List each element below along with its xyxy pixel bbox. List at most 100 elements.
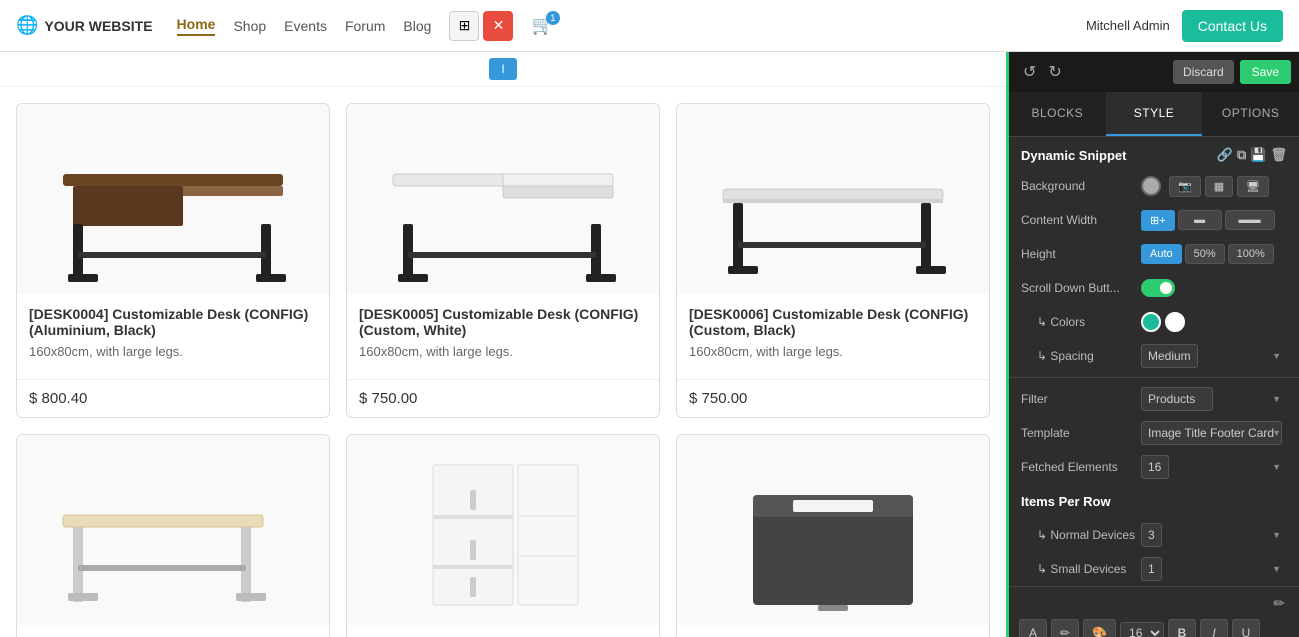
nav-home[interactable]: Home [177, 16, 216, 36]
product-desc-3: 160x80cm, with large legs. [689, 344, 977, 359]
discard-button[interactable]: Discard [1173, 60, 1234, 84]
tb-font-size-select[interactable]: 16 12 14 18 24 [1120, 622, 1164, 637]
save-button[interactable]: Save [1240, 60, 1291, 84]
row-normal-devices: ↳ Normal Devices 3 1 2 4 [1009, 518, 1299, 552]
height-auto[interactable]: Auto [1141, 244, 1182, 264]
width-btn-expand[interactable]: ⊞+ [1141, 210, 1175, 231]
row-filter: Filter Products Blog Posts Events [1009, 382, 1299, 416]
product-info-4 [17, 625, 329, 637]
product-info-6 [677, 625, 989, 637]
grid-icon-btn[interactable]: ⊞ [449, 11, 479, 41]
snippet-toolbar: I [0, 52, 1006, 87]
tb-bold-btn[interactable]: B [1168, 619, 1196, 637]
scroll-down-controls [1141, 279, 1287, 297]
product-price-2: $ 750.00 [347, 379, 659, 417]
label-template: Template [1021, 426, 1141, 440]
color-controls [1141, 312, 1287, 332]
product-image-4 [17, 435, 329, 625]
product-desc-2: 160x80cm, with large legs. [359, 344, 647, 359]
tb-italic-btn[interactable]: I [1200, 619, 1228, 637]
sidebar-tabs: BLOCKS STYLE OPTIONS [1009, 92, 1299, 137]
label-height: Height [1021, 247, 1141, 261]
height-100[interactable]: 100% [1228, 244, 1274, 264]
color-dot-teal[interactable] [1141, 312, 1161, 332]
product-info-5 [347, 625, 659, 637]
label-small-devices: ↳ Small Devices [1021, 562, 1141, 576]
paint-icon: ✏ [1273, 595, 1285, 611]
snippet-drag-handle[interactable]: I [489, 58, 517, 80]
editor-icons: ⊞ ✕ [449, 11, 513, 41]
template-select[interactable]: Image Title Footer Card Simple Card [1141, 421, 1282, 445]
save-snippet-icon[interactable]: 💾 [1250, 147, 1266, 163]
bg-controls: 📷 ▦ 🖥 [1141, 176, 1287, 197]
toolbar-row-1: A ✏ 🎨 16 12 14 18 24 B I U [1019, 619, 1289, 637]
color-dot-white[interactable] [1165, 312, 1185, 332]
content-area: I [0, 52, 1009, 637]
product-price-1: $ 800.40 [17, 379, 329, 417]
nav-links: Home Shop Events Forum Blog ⊞ ✕ 🛒1 [177, 11, 554, 41]
product-title-1: [DESK0004] Customizable Desk (CONFIG) (A… [29, 306, 317, 338]
label-spacing: ↳ Spacing [1021, 349, 1141, 363]
undo-button[interactable]: ↺ [1017, 58, 1042, 86]
spacing-select-wrapper: Medium Small Large [1141, 344, 1287, 368]
product-card-6 [676, 434, 990, 637]
sidebar-title-icons: 🔗 ⧉ 💾 🗑 [1217, 147, 1287, 163]
redo-button[interactable]: ↻ [1042, 58, 1067, 86]
label-content-width: Content Width [1021, 213, 1141, 227]
product-image-1 [17, 104, 329, 294]
width-btn-full[interactable]: ▬▬ [1225, 210, 1275, 230]
label-fetched-elements: Fetched Elements [1021, 460, 1141, 474]
product-image-3 [677, 104, 989, 294]
product-card-3: [DESK0006] Customizable Desk (CONFIG) (C… [676, 103, 990, 418]
width-btn-med[interactable]: ▬ [1178, 210, 1222, 230]
small-devices-select-wrapper: 1 2 3 [1141, 557, 1287, 581]
tb-edit-btn[interactable]: ✏ [1051, 619, 1079, 637]
nav-forum[interactable]: Forum [345, 18, 385, 34]
bottom-toolbar: ✏ A ✏ 🎨 16 12 14 18 24 B I U ≡ ≡• [1009, 586, 1299, 637]
tab-blocks[interactable]: BLOCKS [1009, 92, 1106, 136]
color-dots [1141, 312, 1185, 332]
delete-snippet-icon[interactable]: 🗑 [1270, 147, 1287, 163]
navbar: 🌐 YOUR WEBSITE Home Shop Events Forum Bl… [0, 0, 1299, 52]
fetched-elements-select[interactable]: 16 8 24 32 [1141, 455, 1169, 479]
tb-color-btn[interactable]: 🎨 [1083, 619, 1116, 637]
width-controls: ⊞+ ▬ ▬▬ [1141, 210, 1287, 231]
bg-camera-btn[interactable]: 📷 [1169, 176, 1201, 197]
brand: 🌐 YOUR WEBSITE [16, 15, 153, 36]
template-select-wrapper: Image Title Footer Card Simple Card [1141, 421, 1287, 445]
spacing-select[interactable]: Medium Small Large [1141, 344, 1198, 368]
main-layout: I [0, 52, 1299, 637]
nav-user[interactable]: Mitchell Admin [1086, 18, 1170, 33]
bg-grid-btn[interactable]: ▦ [1205, 176, 1233, 197]
product-grid: [DESK0004] Customizable Desk (CONFIG) (A… [0, 87, 1006, 637]
product-info-2: [DESK0005] Customizable Desk (CONFIG) (C… [347, 294, 659, 379]
tb-text-btn[interactable]: A [1019, 619, 1047, 637]
copy-icon[interactable]: ⧉ [1237, 147, 1246, 163]
product-image-5 [347, 435, 659, 625]
product-card-4 [16, 434, 330, 637]
contact-button[interactable]: Contact Us [1182, 10, 1283, 42]
height-50[interactable]: 50% [1185, 244, 1225, 264]
nav-right: Mitchell Admin Contact Us [1086, 10, 1283, 42]
bg-color-pick[interactable] [1141, 176, 1161, 196]
filter-select[interactable]: Products Blog Posts Events [1141, 387, 1213, 411]
product-image-6 [677, 435, 989, 625]
tab-style[interactable]: STYLE [1106, 92, 1203, 136]
nav-shop[interactable]: Shop [233, 18, 266, 34]
link-icon[interactable]: 🔗 [1217, 147, 1233, 163]
delete-icon-btn[interactable]: ✕ [483, 11, 513, 41]
bg-monitor-btn[interactable]: 🖥 [1237, 176, 1269, 197]
cart-icon[interactable]: 🛒1 [531, 15, 553, 36]
tb-underline-btn[interactable]: U [1232, 619, 1260, 637]
fetched-elements-select-wrapper: 16 8 24 32 [1141, 455, 1287, 479]
product-title-3: [DESK0006] Customizable Desk (CONFIG) (C… [689, 306, 977, 338]
nav-blog[interactable]: Blog [403, 18, 431, 34]
scroll-down-toggle[interactable] [1141, 279, 1175, 297]
tab-options[interactable]: OPTIONS [1202, 92, 1299, 136]
sidebar-top-actions: ↺ ↻ Discard Save [1009, 52, 1299, 92]
nav-events[interactable]: Events [284, 18, 327, 34]
row-spacing: ↳ Spacing Medium Small Large [1009, 339, 1299, 373]
normal-devices-select[interactable]: 3 1 2 4 [1141, 523, 1162, 547]
row-items-per-row-header: Items Per Row [1009, 484, 1299, 518]
small-devices-select[interactable]: 1 2 3 [1141, 557, 1162, 581]
